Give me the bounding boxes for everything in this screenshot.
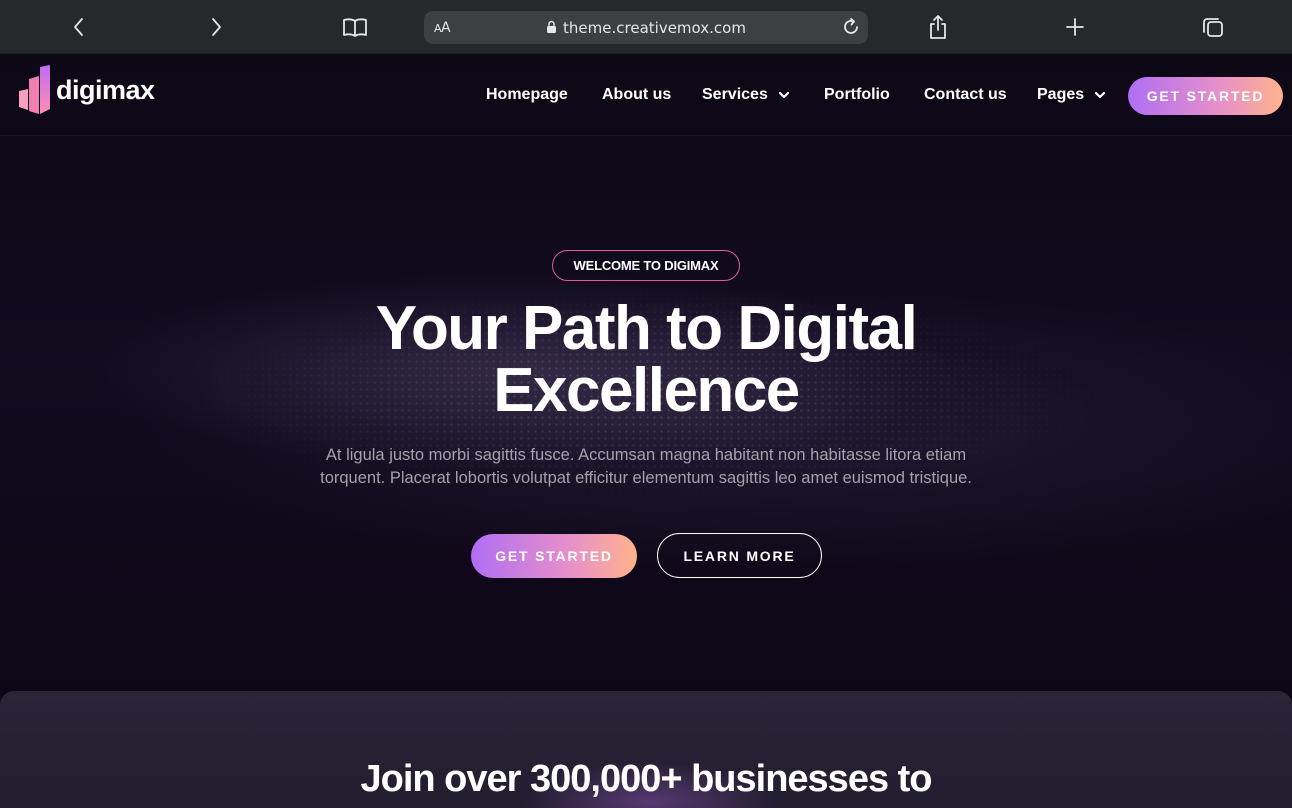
share-icon	[930, 15, 946, 39]
hero-subtitle: At ligula justo morbi sagittis fusce. Ac…	[320, 446, 972, 487]
browser-toolbar: AA theme.creativemox.com	[0, 0, 1292, 54]
book-icon	[343, 18, 367, 37]
logo-text: digimax	[56, 74, 155, 105]
chevron-right-icon	[212, 18, 221, 36]
hero-learn-more-button[interactable]: LEARN MORE	[657, 533, 822, 578]
nav-item-label: About us	[602, 86, 672, 103]
header-get-started-button[interactable]: GET STARTED	[1128, 77, 1283, 115]
logo-mark-icon	[19, 65, 50, 114]
nav-item-label: Homepage	[486, 86, 568, 103]
nav-item-label: Services	[702, 86, 768, 103]
section-title: Join over 300,000+ businesses to	[360, 758, 932, 800]
nav-item-label: Pages	[1037, 86, 1085, 103]
lock-icon	[547, 20, 557, 33]
tabs-button[interactable]	[1198, 12, 1228, 42]
nav-item-homepage[interactable]: Homepage	[486, 86, 568, 104]
nav-item-label: Portfolio	[824, 86, 890, 103]
site-header: digimax Homepage About us Services Portf…	[0, 54, 1292, 136]
url-display[interactable]: theme.creativemox.com	[424, 19, 868, 37]
new-tab-button[interactable]	[1060, 12, 1090, 42]
nav-item-services[interactable]: Services	[702, 86, 790, 104]
nav-item-contact-us[interactable]: Contact us	[924, 86, 1007, 104]
url-text: theme.creativemox.com	[563, 19, 746, 37]
back-button[interactable]	[64, 12, 94, 42]
nav-item-label: Contact us	[924, 86, 1007, 103]
share-button[interactable]	[923, 12, 953, 42]
chevron-down-icon	[778, 91, 789, 99]
reload-button[interactable]	[840, 16, 862, 43]
nav-item-about-us[interactable]: About us	[602, 86, 671, 104]
site-logo[interactable]: digimax	[19, 65, 155, 115]
forward-button[interactable]	[201, 12, 231, 42]
plus-icon	[1066, 18, 1084, 36]
chevron-left-icon	[74, 18, 83, 36]
nav-item-portfolio[interactable]: Portfolio	[824, 86, 890, 104]
bookmarks-button[interactable]	[340, 12, 370, 42]
hero-badge: WELCOME TO DIGIMAX	[552, 250, 740, 281]
hero-title-line-1: Your Path to Digital	[375, 294, 918, 363]
hero-get-started-button[interactable]: GET STARTED	[471, 534, 637, 578]
hero-title: Your Path to Digital Excellence	[246, 298, 1046, 422]
web-page: digimax Homepage About us Services Portf…	[0, 54, 1292, 808]
chevron-down-icon	[1095, 91, 1106, 99]
reload-icon	[844, 18, 858, 34]
nav-item-pages[interactable]: Pages	[1037, 86, 1106, 104]
tabs-icon	[1203, 18, 1223, 37]
hero-title-line-2: Excellence	[493, 356, 800, 425]
address-bar[interactable]: AA theme.creativemox.com	[424, 11, 868, 44]
